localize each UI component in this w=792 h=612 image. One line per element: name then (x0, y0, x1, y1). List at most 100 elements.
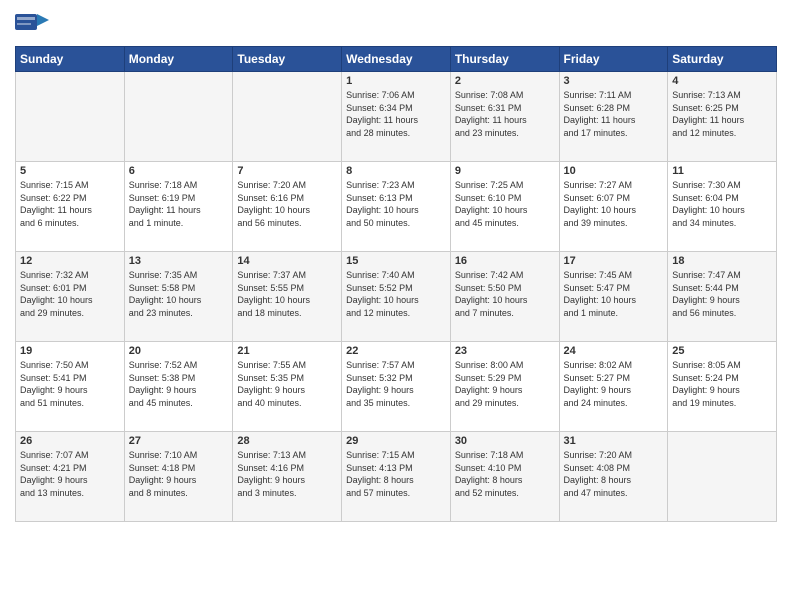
day-number: 1 (346, 75, 446, 87)
calendar-cell: 7 Sunrise: 7:20 AM Sunset: 6:16 PM Daylig… (233, 162, 342, 252)
calendar-cell: 2Sunrise: 7:08 AM Sunset: 6:31 PM Daylig… (450, 72, 559, 162)
day-info: Sunrise: 7:50 AM Sunset: 5:41 PM Dayligh… (20, 359, 120, 409)
calendar-cell: 25Sunrise: 8:05 AM Sunset: 5:24 PM Dayli… (668, 342, 777, 432)
day-info: Sunrise: 7:47 AM Sunset: 5:44 PM Dayligh… (672, 269, 772, 319)
week-row-4: 19 Sunrise: 7:50 AM Sunset: 5:41 PM Dayli… (16, 342, 777, 432)
day-info: Sunrise: 8:02 AM Sunset: 5:27 PM Dayligh… (564, 359, 664, 409)
week-row-1: 1 Sunrise: 7:06 AM Sunset: 6:34 PM Daylig… (16, 72, 777, 162)
day-header-saturday: Saturday (668, 47, 777, 72)
calendar-cell: 5Sunrise: 7:15 AM Sunset: 6:22 PM Daylig… (16, 162, 125, 252)
day-number: 12 (20, 255, 120, 267)
day-number: 2 (455, 75, 555, 87)
calendar-cell: 8 Sunrise: 7:23 AM Sunset: 6:13 PM Daylig… (342, 162, 451, 252)
day-header-thursday: Thursday (450, 47, 559, 72)
calendar-cell: 28Sunrise: 7:13 AM Sunset: 4:16 PM Dayli… (233, 432, 342, 522)
day-header-friday: Friday (559, 47, 668, 72)
calendar-cell: 24Sunrise: 8:02 AM Sunset: 5:27 PM Dayli… (559, 342, 668, 432)
calendar-cell (124, 72, 233, 162)
day-number: 30 (455, 435, 555, 447)
day-number: 26 (20, 435, 120, 447)
day-info: Sunrise: 7:40 AM Sunset: 5:52 PM Dayligh… (346, 269, 446, 319)
day-header-wednesday: Wednesday (342, 47, 451, 72)
day-info: Sunrise: 7:20 AM Sunset: 6:16 PM Dayligh… (237, 179, 337, 229)
day-info: Sunrise: 8:05 AM Sunset: 5:24 PM Dayligh… (672, 359, 772, 409)
week-row-3: 12Sunrise: 7:32 AM Sunset: 6:01 PM Dayli… (16, 252, 777, 342)
calendar-cell: 15 Sunrise: 7:40 AM Sunset: 5:52 PM Dayli… (342, 252, 451, 342)
day-info: Sunrise: 7:13 AM Sunset: 6:25 PM Dayligh… (672, 89, 772, 139)
day-number: 8 (346, 165, 446, 177)
day-info: Sunrise: 7:55 AM Sunset: 5:35 PM Dayligh… (237, 359, 337, 409)
day-number: 28 (237, 435, 337, 447)
day-header-tuesday: Tuesday (233, 47, 342, 72)
day-info: Sunrise: 7:20 AM Sunset: 4:08 PM Dayligh… (564, 449, 664, 499)
calendar-cell (668, 432, 777, 522)
day-header-sunday: Sunday (16, 47, 125, 72)
day-info: Sunrise: 7:37 AM Sunset: 5:55 PM Dayligh… (237, 269, 337, 319)
calendar-cell: 14 Sunrise: 7:37 AM Sunset: 5:55 PM Dayli… (233, 252, 342, 342)
day-number: 11 (672, 165, 772, 177)
logo (15, 10, 51, 38)
day-number: 29 (346, 435, 446, 447)
day-info: Sunrise: 7:42 AM Sunset: 5:50 PM Dayligh… (455, 269, 555, 319)
calendar-cell: 9 Sunrise: 7:25 AM Sunset: 6:10 PM Daylig… (450, 162, 559, 252)
calendar-cell: 27 Sunrise: 7:10 AM Sunset: 4:18 PM Dayli… (124, 432, 233, 522)
calendar-cell: 10 Sunrise: 7:27 AM Sunset: 6:07 PM Dayli… (559, 162, 668, 252)
day-info: Sunrise: 7:18 AM Sunset: 6:19 PM Dayligh… (129, 179, 229, 229)
day-number: 15 (346, 255, 446, 267)
day-info: Sunrise: 7:27 AM Sunset: 6:07 PM Dayligh… (564, 179, 664, 229)
day-info: Sunrise: 7:23 AM Sunset: 6:13 PM Dayligh… (346, 179, 446, 229)
day-number: 18 (672, 255, 772, 267)
header (15, 10, 777, 38)
day-info: Sunrise: 7:25 AM Sunset: 6:10 PM Dayligh… (455, 179, 555, 229)
day-number: 16 (455, 255, 555, 267)
week-row-2: 5Sunrise: 7:15 AM Sunset: 6:22 PM Daylig… (16, 162, 777, 252)
day-number: 23 (455, 345, 555, 357)
day-number: 9 (455, 165, 555, 177)
day-number: 10 (564, 165, 664, 177)
calendar-cell (16, 72, 125, 162)
day-info: Sunrise: 7:52 AM Sunset: 5:38 PM Dayligh… (129, 359, 229, 409)
calendar-body: 1 Sunrise: 7:06 AM Sunset: 6:34 PM Daylig… (16, 72, 777, 522)
day-info: Sunrise: 7:11 AM Sunset: 6:28 PM Dayligh… (564, 89, 664, 139)
calendar-cell (233, 72, 342, 162)
calendar-cell: 17Sunrise: 7:45 AM Sunset: 5:47 PM Dayli… (559, 252, 668, 342)
day-info: Sunrise: 7:18 AM Sunset: 4:10 PM Dayligh… (455, 449, 555, 499)
calendar-cell: 3Sunrise: 7:11 AM Sunset: 6:28 PM Daylig… (559, 72, 668, 162)
calendar-cell: 18 Sunrise: 7:47 AM Sunset: 5:44 PM Dayli… (668, 252, 777, 342)
days-of-week-row: SundayMondayTuesdayWednesdayThursdayFrid… (16, 47, 777, 72)
calendar-cell: 13Sunrise: 7:35 AM Sunset: 5:58 PM Dayli… (124, 252, 233, 342)
day-number: 20 (129, 345, 229, 357)
day-number: 22 (346, 345, 446, 357)
day-info: Sunrise: 7:06 AM Sunset: 6:34 PM Dayligh… (346, 89, 446, 139)
day-number: 17 (564, 255, 664, 267)
logo-icon (15, 10, 49, 38)
day-info: Sunrise: 7:30 AM Sunset: 6:04 PM Dayligh… (672, 179, 772, 229)
calendar-cell: 6 Sunrise: 7:18 AM Sunset: 6:19 PM Daylig… (124, 162, 233, 252)
calendar-cell: 11 Sunrise: 7:30 AM Sunset: 6:04 PM Dayli… (668, 162, 777, 252)
day-number: 7 (237, 165, 337, 177)
calendar-cell: 31 Sunrise: 7:20 AM Sunset: 4:08 PM Dayli… (559, 432, 668, 522)
day-number: 6 (129, 165, 229, 177)
day-info: Sunrise: 7:07 AM Sunset: 4:21 PM Dayligh… (20, 449, 120, 499)
day-number: 27 (129, 435, 229, 447)
calendar-cell: 21Sunrise: 7:55 AM Sunset: 5:35 PM Dayli… (233, 342, 342, 432)
week-row-5: 26 Sunrise: 7:07 AM Sunset: 4:21 PM Dayli… (16, 432, 777, 522)
day-number: 19 (20, 345, 120, 357)
calendar-cell: 1 Sunrise: 7:06 AM Sunset: 6:34 PM Daylig… (342, 72, 451, 162)
day-header-monday: Monday (124, 47, 233, 72)
calendar-cell: 22Sunrise: 7:57 AM Sunset: 5:32 PM Dayli… (342, 342, 451, 432)
calendar-cell: 4Sunrise: 7:13 AM Sunset: 6:25 PM Daylig… (668, 72, 777, 162)
calendar-cell: 26 Sunrise: 7:07 AM Sunset: 4:21 PM Dayli… (16, 432, 125, 522)
calendar-cell: 29 Sunrise: 7:15 AM Sunset: 4:13 PM Dayli… (342, 432, 451, 522)
calendar-table: SundayMondayTuesdayWednesdayThursdayFrid… (15, 46, 777, 522)
calendar-cell: 20 Sunrise: 7:52 AM Sunset: 5:38 PM Dayli… (124, 342, 233, 432)
day-number: 14 (237, 255, 337, 267)
day-info: Sunrise: 7:15 AM Sunset: 6:22 PM Dayligh… (20, 179, 120, 229)
day-info: Sunrise: 7:10 AM Sunset: 4:18 PM Dayligh… (129, 449, 229, 499)
calendar-header: SundayMondayTuesdayWednesdayThursdayFrid… (16, 47, 777, 72)
day-number: 31 (564, 435, 664, 447)
calendar-cell: 30 Sunrise: 7:18 AM Sunset: 4:10 PM Dayli… (450, 432, 559, 522)
day-info: Sunrise: 7:15 AM Sunset: 4:13 PM Dayligh… (346, 449, 446, 499)
calendar-cell: 19 Sunrise: 7:50 AM Sunset: 5:41 PM Dayli… (16, 342, 125, 432)
day-info: Sunrise: 8:00 AM Sunset: 5:29 PM Dayligh… (455, 359, 555, 409)
